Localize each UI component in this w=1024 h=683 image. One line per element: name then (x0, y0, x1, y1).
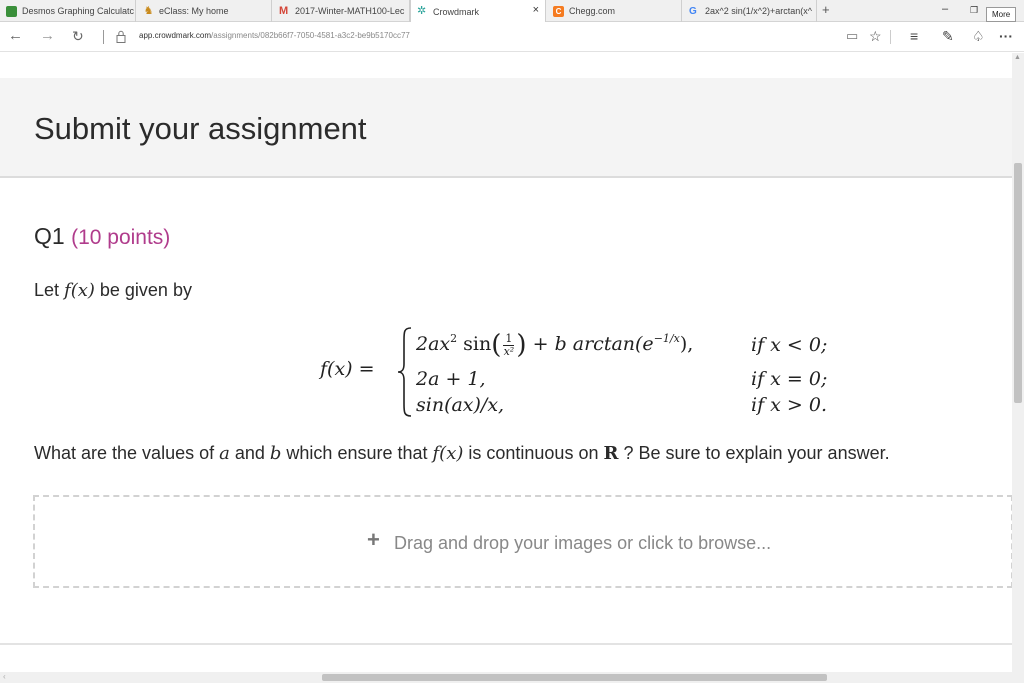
forward-icon[interactable]: → (40, 28, 55, 44)
prompt-text: and (229, 443, 270, 463)
formula-row-2: 2a + 1, (416, 368, 486, 390)
tab-bar: Desmos Graphing Calculatc ♞ eClass: My h… (0, 0, 1024, 23)
image-upload-dropzone[interactable]: + Drag and drop your images or click to … (33, 495, 1013, 588)
chegg-icon: C (553, 5, 564, 17)
tab-label: 2ax^2 sin(1/x^2)+arctan(x^ (705, 6, 812, 16)
page-title: Submit your assignment (34, 111, 367, 146)
prompt-text: which ensure that (281, 443, 433, 463)
question-prompt: What are the values of a and b which ens… (34, 443, 890, 464)
divider (0, 643, 1012, 645)
left-paren: ( (491, 330, 502, 360)
piecewise-formula: f(x) = 2ax2 sin(1 x²) + b arctan(e−1/x), … (318, 322, 858, 422)
tab-crowdmark[interactable]: ✲ Crowdmark × (410, 0, 546, 23)
divider (103, 30, 104, 44)
scroll-left-icon[interactable]: ‹ (3, 672, 6, 681)
scroll-up-icon[interactable]: ▲ (1014, 54, 1021, 61)
web-note-icon[interactable]: ✎ (942, 28, 954, 44)
left-brace (397, 327, 412, 417)
new-tab-button[interactable]: + (822, 2, 830, 17)
formula-condition-1: if x < 0; (751, 334, 828, 356)
url-path: /assignments/082b66f7-7050-4581-a3c2-be9… (211, 31, 410, 40)
address-bar-row: ← → ↻ app.crowdmark.com/assignments/082b… (0, 22, 1024, 52)
tab-label: Crowdmark (433, 6, 480, 17)
divider (890, 30, 891, 44)
crowdmark-icon: ✲ (417, 5, 427, 17)
fraction-denominator: x² (503, 344, 515, 358)
tab-eclass[interactable]: ♞ eClass: My home (137, 0, 272, 22)
fraction: 1 x² (503, 331, 515, 358)
reading-view-icon[interactable]: ▭ (846, 28, 858, 44)
prompt-text: What are the values of (34, 443, 220, 463)
prompt-text: is continuous on (463, 443, 604, 463)
close-tab-icon[interactable]: × (533, 4, 539, 16)
tab-gmail[interactable]: M 2017-Winter-MATH100-Lec (273, 0, 410, 22)
prompt-math: f(x) (432, 443, 464, 464)
back-icon[interactable]: ← (8, 28, 23, 44)
right-paren: ) (516, 330, 527, 360)
refresh-icon[interactable]: ↻ (72, 28, 84, 44)
vertical-scrollbar[interactable]: ▲ (1012, 53, 1024, 683)
desmos-icon (6, 5, 17, 17)
intro-text: be given by (94, 280, 192, 300)
more-menu-icon[interactable]: ··· (999, 28, 1013, 44)
tab-label: Desmos Graphing Calculatc (22, 6, 135, 16)
question-points: (10 points) (71, 226, 171, 249)
formula-term: 2ax (416, 333, 451, 355)
formula-row-1: 2ax2 sin(1 x²) + b arctan(e−1/x), (416, 330, 693, 360)
restore-icon[interactable]: ❐ (970, 5, 978, 16)
tab-chegg[interactable]: C Chegg.com (547, 0, 682, 22)
url-host: app.crowdmark.com (139, 31, 212, 40)
tab-desmos[interactable]: Desmos Graphing Calculatc (0, 0, 136, 22)
plus-icon: + (367, 527, 380, 552)
google-icon: G (689, 5, 697, 17)
upload-label: Drag and drop your images or click to br… (394, 533, 772, 553)
tab-label: 2017-Winter-MATH100-Lec (295, 6, 405, 16)
formula-sup: −1/x (653, 332, 680, 345)
gmail-icon: M (279, 4, 289, 17)
eclass-icon: ♞ (143, 4, 154, 17)
question-heading: Q1 (10 points) (34, 223, 170, 250)
intro-math: f(x) (64, 280, 95, 301)
question-label: Q1 (34, 223, 65, 249)
formula-condition-3: if x > 0. (751, 394, 827, 416)
url-field[interactable]: app.crowdmark.com/assignments/082b66f7-7… (139, 31, 410, 40)
formula-row-3: sin(ax)/x, (416, 394, 505, 416)
horizontal-scrollbar[interactable]: ‹ (0, 672, 1012, 683)
formula-lhs: f(x) = (320, 358, 375, 380)
horizontal-scroll-thumb[interactable] (322, 674, 827, 681)
formula-condition-2: if x = 0; (751, 368, 828, 390)
lock-icon (116, 30, 126, 43)
vertical-scroll-thumb[interactable] (1014, 163, 1022, 403)
favorite-star-icon[interactable]: ☆ (869, 28, 882, 44)
prompt-math: a (219, 443, 230, 464)
page-spacer (0, 53, 1012, 78)
tab-google[interactable]: G 2ax^2 sin(1/x^2)+arctan(x^ (683, 0, 817, 22)
formula-term: + b arctan(e (532, 333, 654, 355)
formula-term: ), (679, 333, 694, 355)
fraction-numerator: 1 (503, 331, 515, 346)
hub-icon[interactable]: ≡ (910, 28, 918, 44)
minimize-icon[interactable]: – (942, 3, 948, 15)
share-icon[interactable]: ♤ (972, 28, 985, 44)
prompt-text: ? Be sure to explain your answer. (618, 443, 890, 463)
more-tooltip: More (986, 7, 1017, 22)
formula-term: sin (457, 333, 492, 355)
question-intro: Let f(x) be given by (34, 280, 192, 301)
tab-label: eClass: My home (159, 6, 229, 16)
intro-text: Let (34, 280, 65, 300)
prompt-math: b (269, 443, 282, 464)
prompt-math: R (603, 443, 619, 464)
tab-label: Chegg.com (569, 6, 616, 16)
